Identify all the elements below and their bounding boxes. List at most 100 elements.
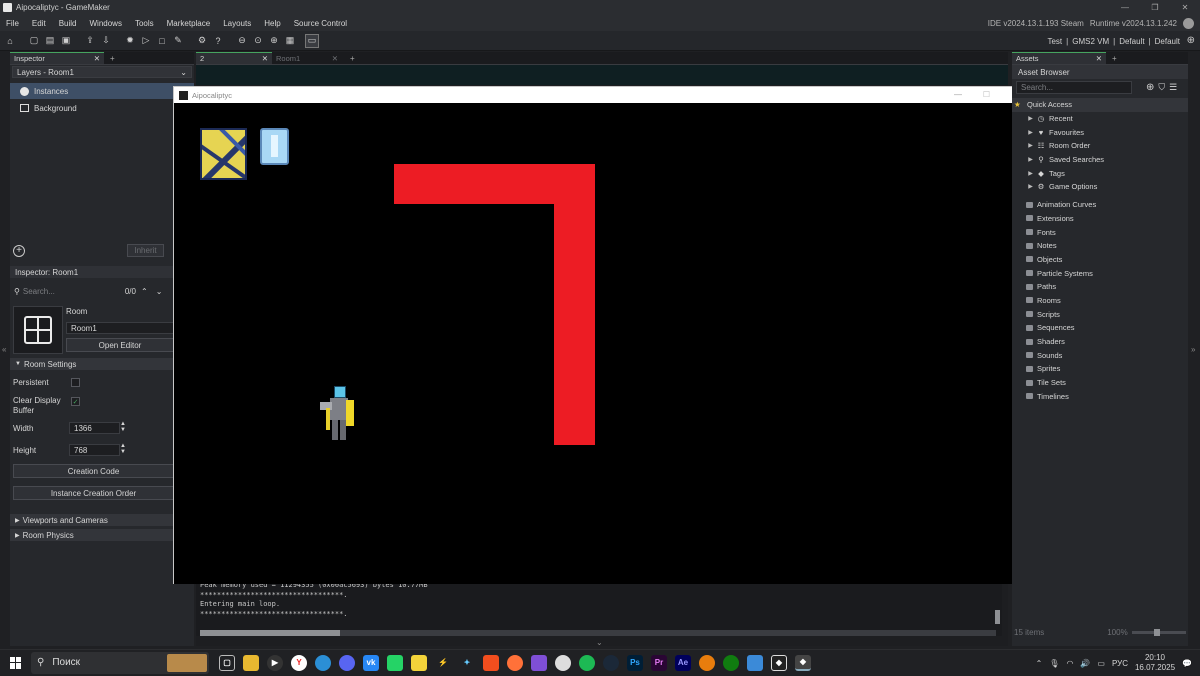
image-editor-icon[interactable]	[747, 654, 763, 671]
target-platform[interactable]: GMS2 VM	[1072, 37, 1109, 46]
persistent-checkbox[interactable]	[71, 378, 80, 387]
grid-icon[interactable]: ▦	[283, 34, 297, 48]
taskbar-search[interactable]: ⚲ Поиск	[31, 651, 209, 674]
menu-item[interactable]: Layouts	[223, 19, 251, 28]
layer-background[interactable]: Background	[10, 99, 194, 117]
discord-icon[interactable]	[339, 654, 355, 671]
target-device[interactable]: Default	[1155, 37, 1180, 46]
gamemaker-game-taskbar-icon[interactable]: ◆	[795, 654, 811, 671]
asset-folder[interactable]: Notes	[1012, 239, 1188, 253]
quick-access-item[interactable]: ▶ ⚲ Saved Searches	[1012, 153, 1188, 167]
whatsapp-icon[interactable]	[387, 654, 403, 671]
target-test[interactable]: Test	[1047, 37, 1062, 46]
expand-output-icon[interactable]: ⌄	[596, 638, 603, 647]
asset-folder[interactable]: Fonts	[1012, 225, 1188, 239]
open-editor-button[interactable]: Open Editor	[66, 338, 174, 352]
zoom-reset-icon[interactable]: ⊙	[251, 34, 265, 48]
figma-icon[interactable]	[483, 654, 499, 671]
creation-code-button[interactable]: Creation Code	[13, 464, 174, 478]
height-field[interactable]: 768	[69, 444, 120, 456]
output-vertical-scrollbar[interactable]	[995, 610, 1000, 624]
menu-item[interactable]: Marketplace	[167, 19, 211, 28]
asset-folder[interactable]: Extensions	[1012, 212, 1188, 226]
room-settings-header[interactable]: ▼ Room Settings	[10, 358, 174, 370]
volume-icon[interactable]: 🔊	[1080, 659, 1090, 668]
layers-dropdown[interactable]: Layers - Room1 ⌄	[12, 66, 192, 78]
menu-item[interactable]: Help	[264, 19, 280, 28]
close-tab-icon[interactable]: ✕	[1096, 54, 1102, 63]
notes-app-icon[interactable]	[411, 654, 427, 671]
task-view-icon[interactable]: ▢	[219, 654, 235, 671]
quick-access-item[interactable]: ▶ ⚙ Game Options	[1012, 180, 1188, 194]
tab-inspector[interactable]: Inspector ✕	[10, 52, 104, 64]
room-physics-header[interactable]: ▶ Room Physics	[10, 529, 174, 541]
asset-folder[interactable]: Tile Sets	[1012, 376, 1188, 390]
game-canvas[interactable]	[174, 103, 1026, 584]
stop-icon[interactable]: □	[155, 34, 169, 48]
game-minimize-button[interactable]: —	[954, 90, 962, 99]
network-icon[interactable]: ◠	[1066, 659, 1073, 668]
battery-icon[interactable]: ▭	[1097, 659, 1105, 668]
add-tab-icon[interactable]: +	[110, 54, 115, 63]
menu-item[interactable]: Build	[59, 19, 77, 28]
layer-instances[interactable]: Instances	[10, 83, 194, 99]
clear-display-checkbox[interactable]: ✓	[71, 397, 80, 406]
steam-icon[interactable]	[603, 654, 619, 671]
add-layer-icon[interactable]: +	[13, 245, 25, 257]
after-effects-icon[interactable]: Ae	[675, 654, 691, 671]
asset-folder[interactable]: Timelines	[1012, 389, 1188, 403]
inspector-search[interactable]: Search...	[23, 287, 109, 296]
height-stepper[interactable]: ▲ ▼	[120, 443, 126, 455]
close-tab-icon[interactable]: ✕	[94, 54, 100, 63]
debug-icon[interactable]: ✹	[123, 34, 137, 48]
run-icon[interactable]: ▷	[139, 34, 153, 48]
spotify-icon[interactable]	[579, 654, 595, 671]
new-project-icon[interactable]: ▢	[27, 34, 41, 48]
premiere-icon[interactable]: Pr	[651, 654, 667, 671]
room-name-field[interactable]: Room1	[66, 322, 174, 334]
add-tab-icon[interactable]: +	[350, 54, 355, 63]
menu-item[interactable]: Windows	[89, 19, 121, 28]
maximize-button[interactable]: ❐	[1140, 3, 1170, 12]
yandex-browser-icon[interactable]: Y	[291, 654, 307, 671]
quick-access-item[interactable]: ▶ ♥ Favourites	[1012, 125, 1188, 139]
firefox-icon[interactable]	[507, 654, 523, 671]
output-horizontal-scrollbar[interactable]	[200, 630, 996, 636]
save-project-icon[interactable]: ▣	[59, 34, 73, 48]
asset-folder[interactable]: Sprites	[1012, 362, 1188, 376]
menu-item[interactable]: File	[6, 19, 19, 28]
clock-date[interactable]: 16.07.2025	[1135, 663, 1175, 673]
clock-time[interactable]: 20:10	[1135, 653, 1175, 663]
asset-folder[interactable]: Scripts	[1012, 307, 1188, 321]
gamemaker-taskbar-icon[interactable]: ◆	[771, 654, 787, 671]
instance-creation-order-button[interactable]: Instance Creation Order	[13, 486, 174, 500]
tab-room1[interactable]: Room1 ✕	[272, 52, 342, 64]
game-maximize-button[interactable]: ☐	[983, 90, 990, 99]
github-desktop-icon[interactable]	[555, 654, 571, 671]
show-hidden-icons[interactable]: ⌃	[1036, 659, 1043, 668]
collapse-left-icon[interactable]: «	[2, 345, 6, 354]
quick-access-header[interactable]: ★ Quick Access	[1012, 98, 1188, 112]
tab-workspace-2[interactable]: 2 ✕	[196, 52, 272, 64]
zoom-slider[interactable]	[1131, 628, 1186, 636]
expand-caret-icon[interactable]: ▶	[1026, 129, 1035, 136]
filter-icon[interactable]: ⛉	[1158, 82, 1165, 93]
expand-caret-icon[interactable]: ▶	[1026, 183, 1035, 190]
import-icon[interactable]: ⇩	[99, 34, 113, 48]
expand-caret-icon[interactable]: ▶	[1026, 142, 1035, 149]
settings-icon[interactable]: ⚙	[195, 34, 209, 48]
file-explorer-icon[interactable]	[243, 654, 259, 671]
width-field[interactable]: 1366	[69, 422, 120, 434]
clean-icon[interactable]: ✎	[171, 34, 185, 48]
viewports-header[interactable]: ▶ Viewports and Cameras	[10, 514, 174, 526]
asset-folder[interactable]: Particle Systems	[1012, 266, 1188, 280]
target-config[interactable]: Default	[1119, 37, 1144, 46]
asset-folder[interactable]: Sounds	[1012, 348, 1188, 362]
asset-folder[interactable]: Objects	[1012, 253, 1188, 267]
asset-folder[interactable]: Rooms	[1012, 294, 1188, 308]
collapse-right-icon[interactable]: »	[1191, 345, 1195, 354]
xbox-icon[interactable]	[723, 654, 739, 671]
add-tab-icon[interactable]: +	[1112, 54, 1117, 63]
zoom-out-icon[interactable]: ⊖	[235, 34, 249, 48]
expand-caret-icon[interactable]: ▶	[1026, 115, 1035, 122]
